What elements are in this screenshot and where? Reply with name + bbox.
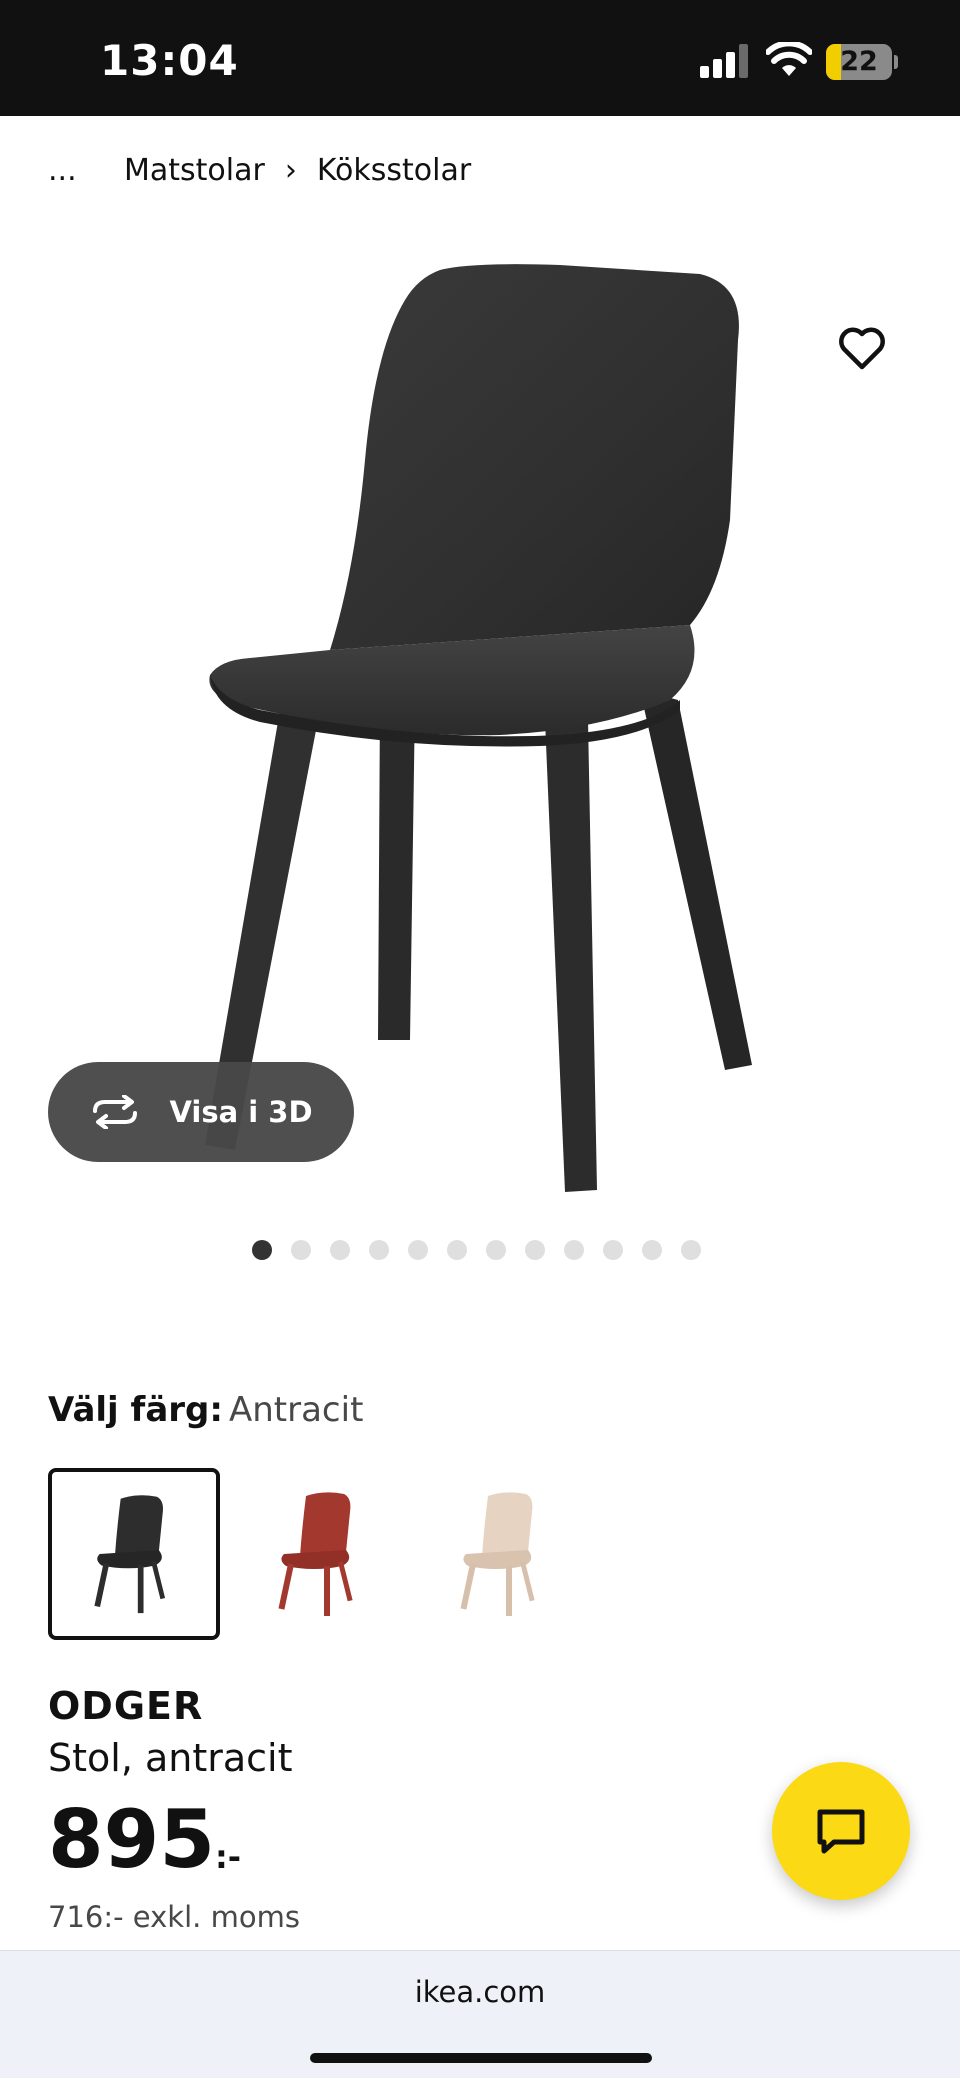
price-excl-vat: 716:- exkl. moms (48, 1900, 300, 1934)
url-text[interactable]: ikea.com (0, 1975, 960, 2009)
carousel-dot[interactable] (603, 1240, 623, 1260)
carousel-dot[interactable] (408, 1240, 428, 1260)
chair-thumbnail (278, 1492, 353, 1616)
view-in-3d-button[interactable]: Visa i 3D (48, 1062, 354, 1162)
color-swatch-red[interactable] (230, 1468, 402, 1640)
product-page: 13:04 22 ... Matstolar › Köksstolar Visa… (0, 0, 960, 2078)
battery-tip (894, 55, 898, 69)
carousel-dot[interactable] (564, 1240, 584, 1260)
breadcrumb-separator: › (284, 152, 297, 188)
carousel-dot[interactable] (681, 1240, 701, 1260)
carousel-dot[interactable] (486, 1240, 506, 1260)
chair-thumbnail (94, 1495, 166, 1614)
carousel-dot[interactable] (252, 1240, 272, 1260)
home-indicator[interactable] (310, 2053, 652, 2063)
carousel-dot[interactable] (525, 1240, 545, 1260)
rotate-arrows-icon (93, 1095, 138, 1129)
view-in-3d-label: Visa i 3D (169, 1095, 313, 1129)
browser-url-bar[interactable]: ikea.com (0, 1950, 960, 2078)
color-label: Välj färg: (48, 1390, 223, 1430)
status-bar: 13:04 22 (0, 0, 960, 116)
product-description: Stol, antracit (48, 1736, 293, 1780)
carousel-dot[interactable] (369, 1240, 389, 1260)
chair-thumbnail (460, 1492, 535, 1616)
price: 895 :- (48, 1800, 241, 1880)
chat-bubble-icon (817, 1809, 865, 1854)
wifi-icon (766, 42, 812, 76)
battery-charging-icon: 22 (826, 44, 892, 80)
breadcrumb-item-koksstolar[interactable]: Köksstolar (317, 153, 471, 188)
battery-level: 22 (840, 46, 878, 77)
status-time: 13:04 (100, 36, 239, 85)
price-value: 895 (48, 1793, 215, 1886)
breadcrumb: ... Matstolar › Köksstolar (48, 150, 471, 190)
carousel-dot[interactable] (642, 1240, 662, 1260)
carousel-pagination (252, 1240, 701, 1260)
selected-color-name: Antracit (228, 1390, 364, 1430)
heart-icon[interactable] (834, 320, 890, 376)
color-swatch-antracit[interactable] (48, 1468, 220, 1640)
color-swatch-beige[interactable] (412, 1468, 584, 1640)
color-selector-label: Välj färg: Antracit (48, 1390, 363, 1430)
price-suffix: :- (215, 1838, 242, 1876)
breadcrumb-ellipsis[interactable]: ... (48, 153, 124, 188)
breadcrumb-item-matstolar[interactable]: Matstolar (124, 153, 265, 188)
chat-button[interactable] (772, 1762, 910, 1900)
carousel-dot[interactable] (330, 1240, 350, 1260)
product-name: ODGER (48, 1684, 204, 1728)
cellular-signal-icon (700, 44, 748, 78)
carousel-dot[interactable] (291, 1240, 311, 1260)
carousel-dot[interactable] (447, 1240, 467, 1260)
